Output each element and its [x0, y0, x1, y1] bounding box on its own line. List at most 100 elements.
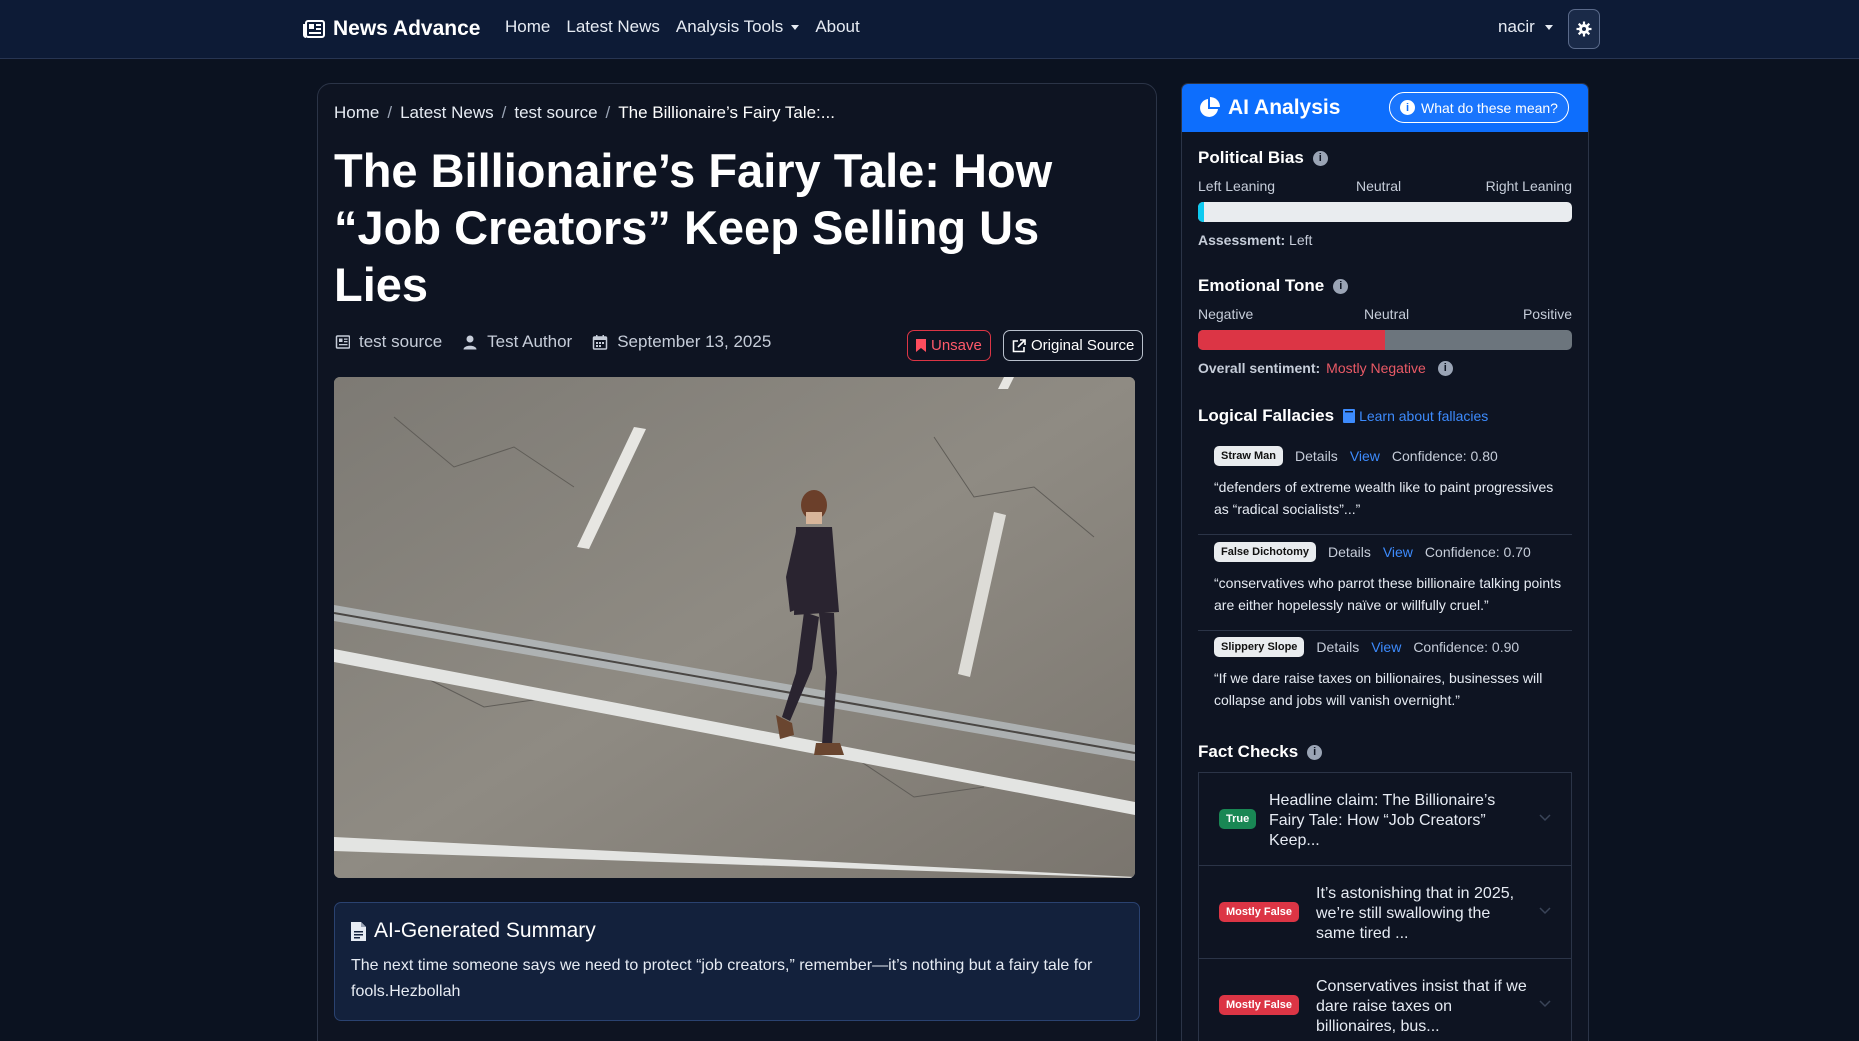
book-icon [1343, 409, 1356, 423]
tone-scale-labels: Negative Neutral Positive [1198, 306, 1572, 324]
info-icon[interactable]: i [1307, 744, 1323, 760]
bias-neutral-label: Neutral [1356, 178, 1402, 194]
article-hero-image [334, 377, 1135, 878]
sentiment-value: Mostly Negative [1326, 360, 1426, 376]
learn-about-fallacies-link[interactable]: Learn about fallacies [1343, 408, 1488, 424]
fallacy-view-link[interactable]: View [1350, 448, 1380, 464]
fallacy-badge: Straw Man [1214, 446, 1284, 466]
info-icon[interactable]: i [1437, 360, 1453, 376]
what-do-these-mean-button[interactable]: i What do these mean? [1389, 92, 1569, 123]
nav-analysis-tools-label: Analysis Tools [675, 17, 784, 36]
caret-down-icon [1544, 24, 1553, 30]
brand-link[interactable]: News Advance [303, 15, 480, 43]
fact-verdict-badge: True [1219, 809, 1257, 829]
fallacy-row: Slippery Slope Details View Confidence: … [1214, 637, 1519, 657]
brand-name: News Advance [333, 17, 481, 40]
username: nacir [1498, 17, 1535, 36]
breadcrumb-separator: / [387, 103, 393, 122]
fact-claim: It’s astonishing that in 2025, we’re sti… [1316, 885, 1515, 942]
fallacy-confidence: Confidence: 0.70 [1424, 544, 1531, 560]
ai-analysis-title-text: AI Analysis [1228, 96, 1341, 119]
pie-chart-icon [1200, 97, 1220, 117]
author-name: Test Author [487, 332, 573, 351]
bias-scale-labels: Left Leaning Neutral Right Leaning [1198, 178, 1572, 196]
fallacy-row: False Dichotomy Details View Confidence:… [1214, 542, 1531, 562]
breadcrumb: Home / Latest News / test source / The B… [334, 103, 835, 123]
summary-heading-text: AI-Generated Summary [374, 919, 596, 942]
bias-left-label: Left Leaning [1198, 178, 1276, 194]
fallacy-quote: “defenders of extreme wealth like to pai… [1214, 479, 1554, 517]
ai-analysis-header: AI Analysis i What do these mean? [1182, 84, 1588, 132]
fact-check-item[interactable]: True Headline claim: The Billionaire’s F… [1198, 772, 1572, 866]
fallacy-item: Straw Man Details View Confidence: 0.80 … [1198, 446, 1572, 535]
summary-text: The next time someone says we need to pr… [351, 957, 1093, 1000]
meta-source: test source [334, 332, 442, 352]
breadcrumb-latest-news[interactable]: Latest News [400, 103, 494, 123]
fallacy-badge: Slippery Slope [1214, 637, 1305, 657]
breadcrumb-source[interactable]: test source [514, 103, 597, 123]
article-photo [334, 377, 1135, 878]
newspaper-icon [303, 20, 325, 38]
user-menu[interactable]: nacir [1498, 17, 1553, 37]
calendar-icon [592, 335, 608, 350]
fallacy-confidence: Confidence: 0.80 [1391, 448, 1498, 464]
fact-check-item[interactable]: Mostly False Conservatives insist that i… [1198, 958, 1572, 1041]
logical-fallacies-title: Logical Fallacies Learn about fallacies [1198, 406, 1488, 426]
political-bias-title: Political Bias i [1198, 148, 1328, 168]
fact-check-item[interactable]: Mostly False It’s astonishing that in 20… [1198, 865, 1572, 959]
theme-settings-button[interactable] [1568, 9, 1600, 49]
tone-negative-label: Negative [1198, 306, 1254, 322]
emotional-tone-bar [1198, 330, 1572, 350]
tone-neutral-label: Neutral [1364, 306, 1410, 322]
overall-sentiment: Overall sentiment: Mostly Negative i [1198, 360, 1453, 376]
breadcrumb-separator: / [605, 103, 611, 122]
help-label: What do these mean? [1421, 99, 1558, 116]
breadcrumb-current: The Billionaire’s Fairy Tale:... [618, 103, 835, 122]
fact-checks-title: Fact Checks i [1198, 742, 1323, 762]
fact-verdict-badge: Mostly False [1219, 995, 1300, 1015]
unsave-label: Unsave [931, 337, 982, 354]
meta-author: Test Author [462, 332, 572, 352]
fallacy-details-label: Details [1316, 639, 1360, 655]
fallacy-item: False Dichotomy Details View Confidence:… [1198, 542, 1572, 631]
nav-analysis-tools[interactable]: Analysis Tools [675, 17, 800, 37]
fact-checks-title-text: Fact Checks [1198, 742, 1299, 761]
emotional-tone-title-text: Emotional Tone [1198, 276, 1325, 295]
fact-verdict-badge: Mostly False [1219, 902, 1300, 922]
sentiment-label: Overall sentiment: [1198, 360, 1321, 376]
info-icon[interactable]: i [1333, 278, 1349, 294]
source-name: test source [359, 332, 443, 351]
chevron-down-icon [1539, 907, 1551, 915]
chevron-down-icon [1539, 814, 1551, 822]
article-title: The Billionaire’s Fairy Tale: How “Job C… [334, 144, 1053, 311]
document-icon [351, 921, 366, 941]
nav-latest-news[interactable]: Latest News [566, 17, 660, 37]
bias-assessment: Assessment: Left [1198, 232, 1312, 248]
fallacy-badge: False Dichotomy [1214, 542, 1317, 562]
nav-home[interactable]: Home [505, 17, 550, 37]
newspaper-icon [335, 335, 350, 349]
bias-right-label: Right Leaning [1485, 178, 1572, 194]
gear-icon [1576, 21, 1592, 37]
nav-about[interactable]: About [815, 17, 859, 37]
fallacy-view-link[interactable]: View [1371, 639, 1401, 655]
political-bias-bar [1198, 202, 1572, 222]
ai-summary-box: AI-Generated Summary The next time someo… [334, 902, 1140, 1021]
info-icon: i [1400, 100, 1415, 115]
original-source-button[interactable]: Original Source [1003, 330, 1144, 361]
top-navbar: News Advance Home Latest News Analysis T… [0, 0, 1859, 59]
fact-claim: Headline claim: The Billionaire’s Fairy … [1269, 792, 1496, 849]
political-bias-title-text: Political Bias [1198, 148, 1304, 167]
tone-positive-label: Positive [1522, 306, 1572, 322]
summary-heading: AI-Generated Summary [351, 919, 596, 943]
emotional-tone-title: Emotional Tone i [1198, 276, 1349, 296]
fallacy-details-label: Details [1328, 544, 1371, 560]
unsave-button[interactable]: Unsave [907, 330, 991, 361]
logical-fallacies-title-text: Logical Fallacies [1198, 406, 1335, 425]
breadcrumb-separator: / [501, 103, 507, 122]
info-icon[interactable]: i [1312, 150, 1328, 166]
fallacy-view-link[interactable]: View [1383, 544, 1413, 560]
publish-date: September 13, 2025 [617, 332, 772, 351]
breadcrumb-home[interactable]: Home [334, 103, 379, 123]
external-link-icon [1012, 338, 1026, 352]
